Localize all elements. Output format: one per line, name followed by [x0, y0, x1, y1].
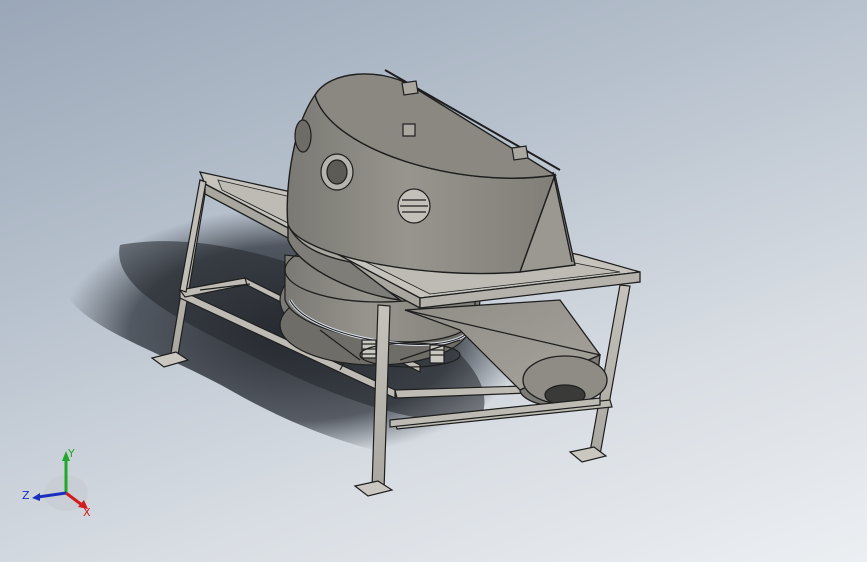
x-axis-label: X — [83, 506, 91, 519]
y-axis-label: Y — [67, 447, 75, 460]
coordinate-triad: Y X Z — [22, 447, 91, 519]
3d-viewport[interactable]: Y X Z — [0, 0, 867, 562]
side-port — [294, 119, 312, 153]
cad-model-view[interactable] — [0, 0, 867, 562]
lifting-lug — [401, 80, 419, 96]
z-axis-label: Z — [22, 489, 30, 502]
top-nozzle — [402, 123, 416, 137]
lifting-lug — [511, 145, 529, 161]
